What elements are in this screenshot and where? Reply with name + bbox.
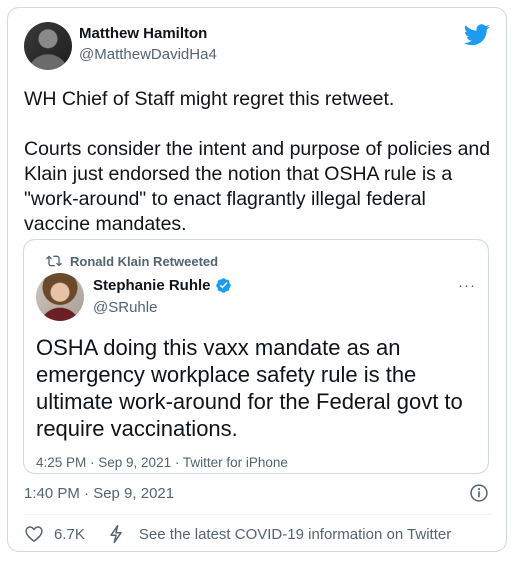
quoted-author-avatar[interactable] (36, 273, 84, 321)
like-count[interactable]: 6.7K (54, 526, 85, 543)
retweeted-by-row: Ronald Klain Retweeted (46, 253, 218, 269)
retweeted-by-label: Ronald Klain Retweeted (70, 253, 219, 269)
author-name[interactable]: Matthew Hamilton (79, 25, 207, 42)
info-icon[interactable] (469, 483, 489, 503)
retweet-icon (46, 255, 62, 267)
quoted-tweet[interactable]: Ronald Klain Retweeted Stephanie Ruhle @… (23, 239, 489, 474)
quoted-tweet-text: OSHA doing this vaxx mandate as an emerg… (36, 335, 463, 441)
divider (24, 514, 492, 515)
action-bar: 6.7K See the latest COVID-19 information… (24, 523, 451, 545)
tweet-text: WH Chief of Staff might regret this retw… (24, 88, 491, 235)
tweet-timestamp[interactable]: 1:40 PM · Sep 9, 2021 (24, 485, 174, 502)
tweet-card[interactable]: Matthew Hamilton @MatthewDavidHa4 WH Chi… (7, 7, 507, 552)
quoted-tweet-meta[interactable]: 4:25 PM · Sep 9, 2021 · Twitter for iPho… (36, 455, 288, 470)
lightning-bolt-icon (110, 524, 122, 544)
verified-badge-icon (215, 278, 231, 293)
quoted-author-name-row[interactable]: Stephanie Ruhle (93, 277, 232, 294)
heart-icon[interactable] (24, 524, 44, 544)
quoted-author-name[interactable]: Stephanie Ruhle (93, 277, 211, 294)
more-options-icon[interactable]: ··· (458, 277, 476, 294)
quoted-author-handle[interactable]: @SRuhle (93, 299, 157, 316)
author-handle[interactable]: @MatthewDavidHa4 (79, 46, 217, 63)
covid-info-link[interactable]: See the latest COVID-19 information on T… (139, 526, 451, 543)
author-avatar[interactable] (24, 22, 72, 70)
twitter-bird-icon[interactable] (464, 24, 490, 46)
